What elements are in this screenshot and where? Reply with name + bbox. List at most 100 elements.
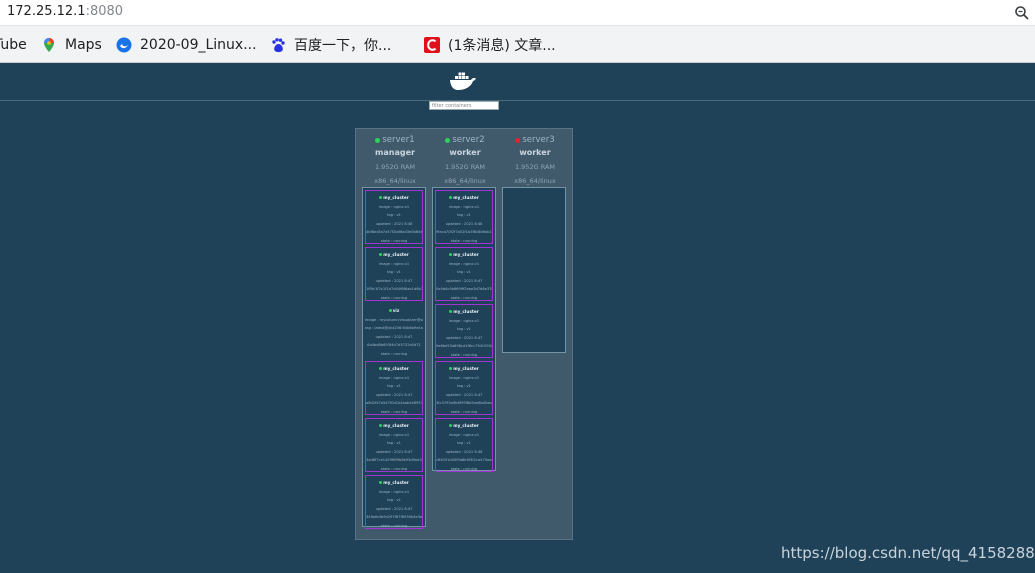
- task-card[interactable]: my_clusterimage : nginx:v1 tag : v1 update…: [435, 361, 493, 415]
- task-state: state : running: [450, 352, 478, 357]
- node-column-server1: my_cluster image : nginx:v1 tag : v1 update…: [362, 187, 426, 529]
- task-status-dot: [379, 196, 383, 199]
- task-card[interactable]: viz image : mycolumn/visualizer@sha256:54…: [365, 304, 423, 358]
- task-card[interactable]: my_cluster image : nginx:v1 tag : v1 update…: [365, 190, 423, 244]
- node-header-server1: server1 manager 1.952G RAM x86_64/linux: [362, 135, 428, 185]
- node-name-text: server1: [382, 135, 415, 145]
- task-image: image : nginx:v1: [378, 375, 410, 380]
- task-image: image : nginx:v1: [448, 204, 480, 209]
- task-image: image : nginx:v1: [378, 204, 410, 209]
- address-bar[interactable]: 172.25.12.1:8080: [0, 0, 1035, 26]
- url-text[interactable]: 172.25.12.1:8080: [7, 4, 123, 19]
- task-tag: tag : v1: [387, 384, 401, 388]
- task-state: state : running: [380, 351, 408, 356]
- task-tag: tag : v1: [457, 441, 471, 445]
- task-id: 4bf8ac8a7a57f2bd6ad3e0b6d4478: [366, 230, 422, 234]
- url-port: :8080: [85, 4, 124, 19]
- bookmark-label: Tube: [0, 37, 27, 53]
- node-header-server2: server2 worker 1.952G RAM x86_64/linux: [432, 135, 498, 185]
- task-name: my_cluster: [436, 195, 492, 200]
- task-status-dot: [379, 253, 383, 256]
- node-role: worker: [519, 148, 551, 157]
- bookmark-label: (1条消息) 文章...: [448, 38, 556, 54]
- task-image: image : nginx:v1: [448, 318, 480, 323]
- task-name-text: my_cluster: [453, 309, 479, 314]
- task-tag: tag : v1: [457, 213, 471, 217]
- task-state: state : running: [380, 295, 408, 300]
- docker-whale-icon: [450, 72, 476, 90]
- bookmark-label: 百度一下，你...: [294, 38, 392, 54]
- task-status-dot: [388, 309, 392, 312]
- task-tag: tag : v1: [457, 270, 471, 274]
- bookmark-youtube[interactable]: Tube: [0, 35, 27, 55]
- node-ram: 1.952G RAM: [514, 163, 556, 171]
- node-name: server2: [432, 135, 498, 145]
- task-id: 9faca70f2f7a52f1b5f8c8b6ab1f93: [436, 230, 492, 234]
- task-card[interactable]: my_clusterimage : nginx:v1 tag : v1 update…: [435, 190, 493, 244]
- node-ram: 1.952G RAM: [374, 163, 416, 171]
- node-platform: x86_64/linux: [444, 177, 486, 185]
- bookmark-maps[interactable]: Maps: [41, 35, 102, 55]
- task-card[interactable]: my_cluster image : nginx:v1 tag : v1 update…: [365, 418, 423, 472]
- task-name-text: my_cluster: [383, 366, 409, 371]
- task-updated: updated : 2021 8:48: [445, 449, 483, 454]
- bookmarks-bar: Tube Maps 2020-09_Linux... 百度一下，你...: [0, 26, 1035, 63]
- task-state: state : running: [380, 466, 408, 471]
- task-tag: tag : v1: [457, 327, 471, 331]
- task-image: image : mycolumn/visualizer@sha256:54: [365, 317, 423, 322]
- node-ram: 1.952G RAM: [444, 163, 486, 171]
- bookmark-linux[interactable]: 2020-09_Linux...: [116, 35, 257, 55]
- node-status-dot: [375, 137, 381, 143]
- task-tag: tag : v1: [457, 384, 471, 388]
- filter-containers-input[interactable]: [429, 101, 499, 110]
- task-card[interactable]: my_cluster image : nginx:v1 tag : v1 update…: [435, 247, 493, 301]
- node-header-server3: server3 worker 1.952G RAM x86_64/linux: [502, 135, 568, 185]
- task-id: 34fbdb4b9d297f87f8939b4e3a7ef: [366, 515, 422, 519]
- task-name-text: my_cluster: [383, 252, 409, 257]
- task-updated: updated : 2021 8:48: [445, 221, 483, 226]
- node-role: worker: [449, 148, 481, 157]
- task-id: 6a4bd8b693f4d7d5732a5d71: [367, 343, 421, 347]
- task-updated: updated : 2021 8:47: [375, 506, 413, 511]
- node-name: server3: [502, 135, 568, 145]
- task-tag: tag : v1: [387, 498, 401, 502]
- bookmark-csdn[interactable]: (1条消息) 文章...: [424, 35, 556, 55]
- task-updated: updated : 2021 8:47: [445, 392, 483, 397]
- task-name-text: my_cluster: [383, 480, 409, 485]
- task-image: image : nginx:v1: [448, 375, 480, 380]
- task-name-text: my_cluster: [383, 423, 409, 428]
- task-card[interactable]: my_clusterimage : nginx:v1 tag : v1 update…: [435, 304, 493, 358]
- bookmark-label: 2020-09_Linux...: [140, 37, 257, 53]
- task-updated: updated : 2021 8:47: [375, 278, 413, 283]
- bookmark-baidu[interactable]: 百度一下，你...: [270, 35, 391, 55]
- task-image: image : nginx:v1: [448, 432, 480, 437]
- zoom-icon[interactable]: [1014, 5, 1030, 21]
- cluster-panel: server1 manager 1.952G RAM x86_64/linux my_c…: [355, 128, 573, 540]
- task-status-dot: [449, 310, 453, 313]
- task-name: my_cluster: [366, 195, 422, 200]
- task-card[interactable]: my_clusterimage : nginx:v1 tag : v1 update…: [435, 418, 493, 472]
- task-tag: tag : v1: [387, 441, 401, 445]
- node-status-dot: [515, 137, 521, 143]
- task-status-dot: [379, 424, 383, 427]
- task-card[interactable]: my_cluster image : nginx:v1 tag : v1 update…: [365, 361, 423, 415]
- task-status-dot: [379, 481, 383, 484]
- task-name: my_cluster: [366, 366, 422, 371]
- task-state: state : running: [450, 238, 478, 243]
- task-name-text: my_cluster: [453, 252, 479, 257]
- task-name: my_cluster: [436, 309, 492, 314]
- node-column-server2: my_cluster image : nginx:v1 tag : v1 update…: [432, 187, 496, 472]
- task-card[interactable]: my_cluster image : nginx:v1 tag : v1 update…: [365, 247, 423, 301]
- task-updated: updated : 2021 8:47: [375, 449, 413, 454]
- task-state: state : running: [380, 523, 408, 528]
- task-name-text: my_cluster: [453, 423, 479, 428]
- node-role: manager: [375, 148, 415, 157]
- bookmark-label: Maps: [65, 37, 102, 53]
- watermark-text: https://blog.csdn.net/qq_41582883: [781, 544, 1035, 562]
- url-host: 172.25.12.1: [7, 4, 86, 19]
- task-name-text: my_cluster: [453, 366, 479, 371]
- task-card[interactable]: my_cluster image : nginx:v1 tag : v1 update…: [365, 475, 423, 529]
- task-updated: updated : 2021 8:47: [445, 335, 483, 340]
- csdn-icon: [424, 37, 440, 53]
- task-state: state : running: [450, 466, 478, 471]
